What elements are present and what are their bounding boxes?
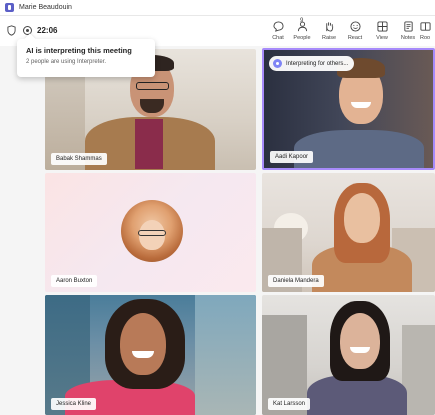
people-button[interactable]: 9 People bbox=[290, 18, 314, 44]
title-bar: Marie Beaudouin bbox=[0, 0, 435, 16]
participant-name: Jessica Kline bbox=[51, 398, 97, 410]
participant-tile[interactable]: Aaron Buxton bbox=[45, 173, 256, 292]
participant-head bbox=[344, 193, 380, 243]
participant-smile bbox=[351, 102, 371, 108]
notes-button[interactable]: Notes bbox=[396, 18, 420, 44]
people-count: 9 bbox=[300, 18, 304, 24]
people-label: People bbox=[293, 35, 311, 41]
notes-icon bbox=[403, 21, 413, 32]
glasses-shape bbox=[136, 82, 169, 90]
view-label: View bbox=[376, 35, 388, 41]
interpreter-popover: AI is interpreting this meeting 2 people… bbox=[17, 33, 155, 77]
window-title: Marie Beaudouin bbox=[19, 4, 72, 11]
react-icon bbox=[349, 21, 361, 32]
view-button[interactable]: View bbox=[370, 18, 394, 44]
participant-name: Aaron Buxton bbox=[51, 275, 98, 287]
participant-tile[interactable]: Daniela Mandera bbox=[262, 173, 435, 292]
participant-torso bbox=[307, 375, 407, 415]
notes-label: Notes bbox=[400, 35, 416, 41]
shield-icon[interactable] bbox=[7, 25, 16, 36]
popover-title: AI is interpreting this meeting bbox=[26, 46, 132, 55]
background-window bbox=[195, 295, 256, 415]
participant-name: Babak Shammas bbox=[51, 153, 107, 165]
participant-video bbox=[45, 295, 256, 415]
meeting-timer: 22:06 bbox=[37, 26, 58, 35]
participant-smile bbox=[350, 347, 370, 353]
interpreting-label: Interpreting for others... bbox=[286, 60, 349, 67]
participant-tile[interactable]: Jessica Kline bbox=[45, 295, 256, 415]
teams-logo-icon bbox=[5, 3, 14, 12]
participant-name: Aadi Kapoor bbox=[270, 151, 314, 163]
rooms-icon bbox=[420, 22, 431, 31]
chat-icon bbox=[272, 21, 284, 32]
chat-label: Chat bbox=[272, 35, 284, 41]
react-button[interactable]: React bbox=[343, 18, 367, 44]
react-label: React bbox=[347, 35, 363, 41]
raise-hand-icon bbox=[325, 22, 333, 32]
raise-label: Raise bbox=[321, 35, 337, 41]
participant-shirt bbox=[135, 119, 163, 169]
rooms-label: Roo bbox=[420, 35, 431, 41]
raise-hand-button[interactable]: Raise bbox=[317, 18, 341, 44]
interpreting-badge: Interpreting for others... bbox=[269, 56, 355, 71]
participant-smile bbox=[132, 351, 154, 358]
rooms-button[interactable]: Roo bbox=[420, 18, 435, 44]
chat-button[interactable]: Chat bbox=[266, 18, 290, 44]
avatar-glasses bbox=[138, 230, 166, 236]
participant-video bbox=[262, 295, 435, 415]
participant-name: Kat Larsson bbox=[268, 398, 311, 410]
participant-tile-interpreting[interactable]: Interpreting for others... Aadi Kapoor bbox=[262, 48, 435, 170]
interpreter-icon bbox=[273, 59, 282, 68]
meeting-window: Marie Beaudouin 22:06 Chat 9 People Rais… bbox=[0, 0, 435, 415]
avatar bbox=[121, 200, 183, 262]
participant-torso bbox=[294, 130, 424, 168]
participant-head bbox=[340, 313, 380, 369]
participant-name: Daniela Mandera bbox=[268, 275, 324, 287]
view-icon bbox=[376, 21, 388, 32]
popover-subtitle: 2 people are using Interpreter. bbox=[26, 59, 107, 65]
participant-head bbox=[120, 313, 166, 375]
participant-tile[interactable]: Kat Larsson bbox=[262, 295, 435, 415]
